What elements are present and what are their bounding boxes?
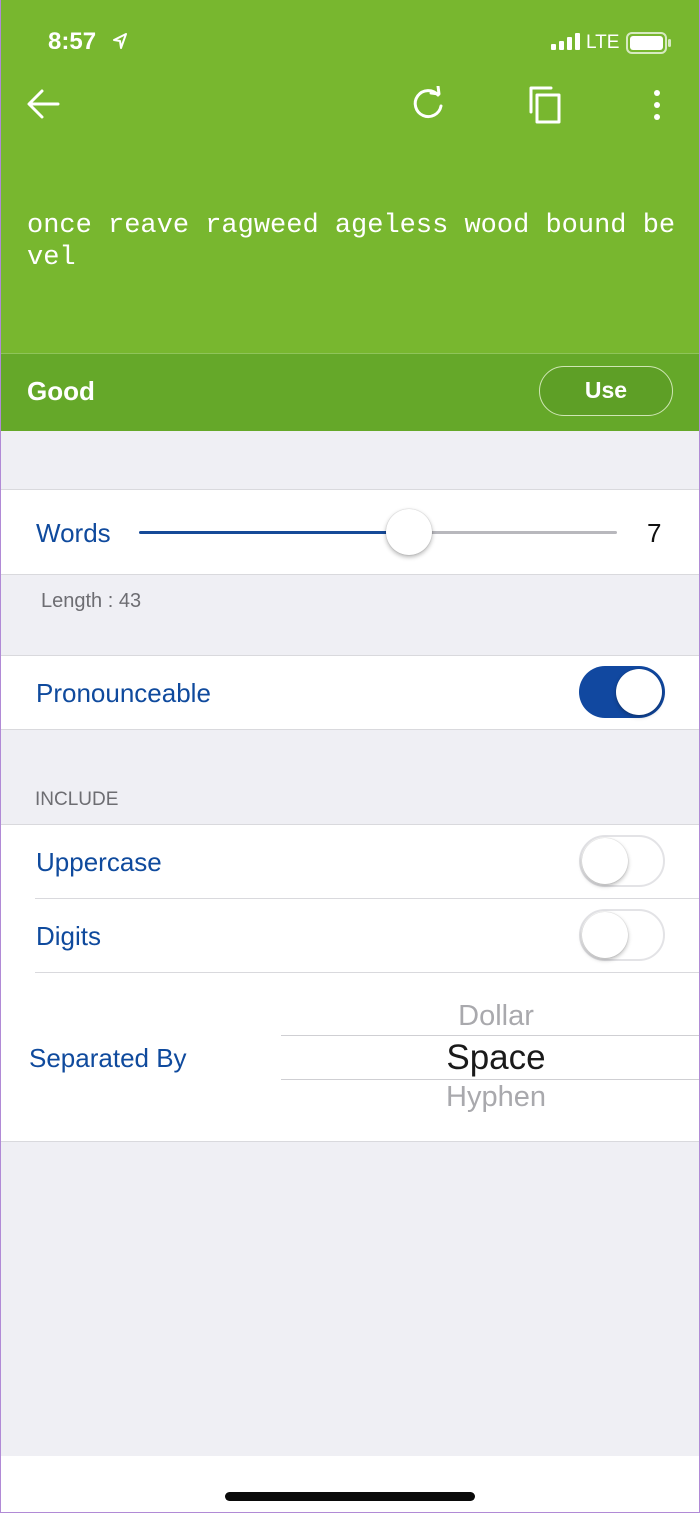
home-indicator[interactable] xyxy=(225,1492,475,1501)
picker-selection-line xyxy=(281,1035,700,1036)
strength-bar: Good Use xyxy=(0,353,700,431)
toggle-knob xyxy=(582,912,628,958)
more-vertical-icon[interactable] xyxy=(647,88,667,124)
digits-toggle[interactable] xyxy=(579,909,665,961)
slider-filled-track xyxy=(139,531,409,534)
words-row: Words 7 xyxy=(0,489,700,575)
picker-option-dollar[interactable]: Dollar xyxy=(281,1000,700,1033)
picker-option-faded xyxy=(281,973,700,992)
picker-option-selected[interactable]: Space xyxy=(281,1038,700,1078)
toggle-knob xyxy=(616,669,662,715)
separator-picker[interactable]: Dollar Space Hyphen xyxy=(281,973,700,1141)
words-count: 7 xyxy=(647,518,662,548)
refresh-icon[interactable] xyxy=(410,86,446,122)
picker-option-hyphen[interactable]: Hyphen xyxy=(281,1081,700,1114)
strength-label: Good xyxy=(27,376,95,406)
row-separator xyxy=(35,898,700,899)
uppercase-label: Uppercase xyxy=(36,847,162,877)
battery-icon xyxy=(626,32,671,54)
separated-by-label: Separated By xyxy=(29,1043,187,1073)
copy-icon[interactable] xyxy=(527,86,563,124)
include-group: Uppercase Digits Separated By Dollar Spa… xyxy=(0,824,700,1142)
network-type: LTE xyxy=(586,32,620,53)
generated-passphrase: once reave ragweed ageless wood bound be… xyxy=(27,211,676,273)
pronounceable-label: Pronounceable xyxy=(36,678,211,708)
use-button[interactable]: Use xyxy=(539,366,673,416)
words-label: Words xyxy=(36,518,111,548)
back-arrow-icon[interactable] xyxy=(26,86,62,122)
uppercase-toggle[interactable] xyxy=(579,835,665,887)
slider-track xyxy=(409,531,617,534)
header: 8:57 LTE once reave ragweed ageless wood… xyxy=(0,0,700,353)
words-slider-thumb[interactable] xyxy=(386,509,432,555)
length-note: Length : 43 xyxy=(41,590,142,612)
signal-bars-icon xyxy=(551,33,580,50)
digits-label: Digits xyxy=(36,921,102,951)
location-arrow-icon xyxy=(113,33,127,49)
pronounceable-row: Pronounceable xyxy=(0,655,700,730)
status-time: 8:57 xyxy=(48,28,97,55)
include-section-header: INCLUDE xyxy=(35,789,119,810)
toggle-knob xyxy=(582,838,628,884)
home-area xyxy=(0,1456,700,1514)
picker-selection-line xyxy=(281,1079,700,1080)
pronounceable-toggle[interactable] xyxy=(579,666,665,718)
